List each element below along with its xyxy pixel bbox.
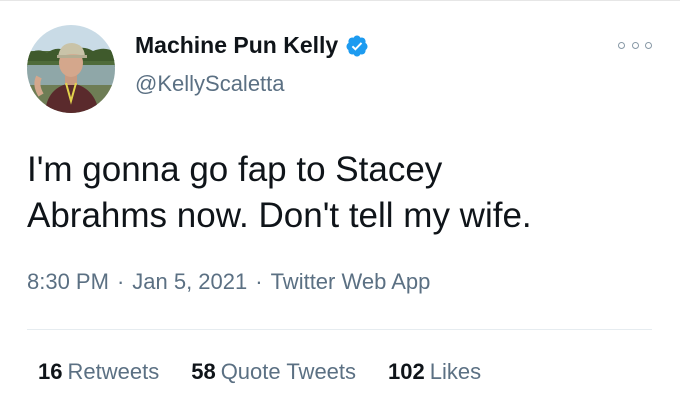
quote-tweets-count: 58 [191,359,216,384]
more-options-icon [618,41,625,49]
tweet-date[interactable]: Jan 5, 2021 [132,269,247,294]
more-options-icon [631,41,639,49]
retweets-label: Retweets [67,359,160,384]
separator: · [116,269,125,294]
quote-tweets-label: Quote Tweets [220,359,357,384]
divider [27,329,652,330]
verified-badge-icon [346,35,368,56]
tweet-source[interactable]: Twitter Web App [271,269,431,294]
retweets-count: 16 [38,359,63,384]
tweet-metadata: 8:30 PM · Jan 5, 2021 · Twitter Web App [27,269,430,295]
quote-tweets-stat[interactable]: 58 Quote Tweets [191,359,356,385]
likes-count: 102 [388,359,425,384]
tweet-card: Machine Pun Kelly @KellyScaletta I'm gon… [0,0,680,409]
avatar[interactable] [27,25,115,113]
more-options-icon [645,41,652,49]
author-display-name[interactable]: Machine Pun Kelly [135,32,338,59]
tweet-text: I'm gonna go fap to Stacey Abrahms now. … [27,150,532,235]
more-options-button[interactable] [618,35,652,55]
retweets-stat[interactable]: 16 Retweets [38,359,159,385]
author-handle[interactable]: @KellyScaletta [135,71,285,97]
tweet-time[interactable]: 8:30 PM [27,269,109,294]
tweet-stats: 16 Retweets 58 Quote Tweets 102 Likes [38,359,481,385]
separator: · [255,269,263,294]
author-name-row: Machine Pun Kelly [135,32,369,59]
profile-photo-icon [27,25,115,113]
likes-label: Likes [429,359,482,384]
likes-stat[interactable]: 102 Likes [388,359,481,385]
